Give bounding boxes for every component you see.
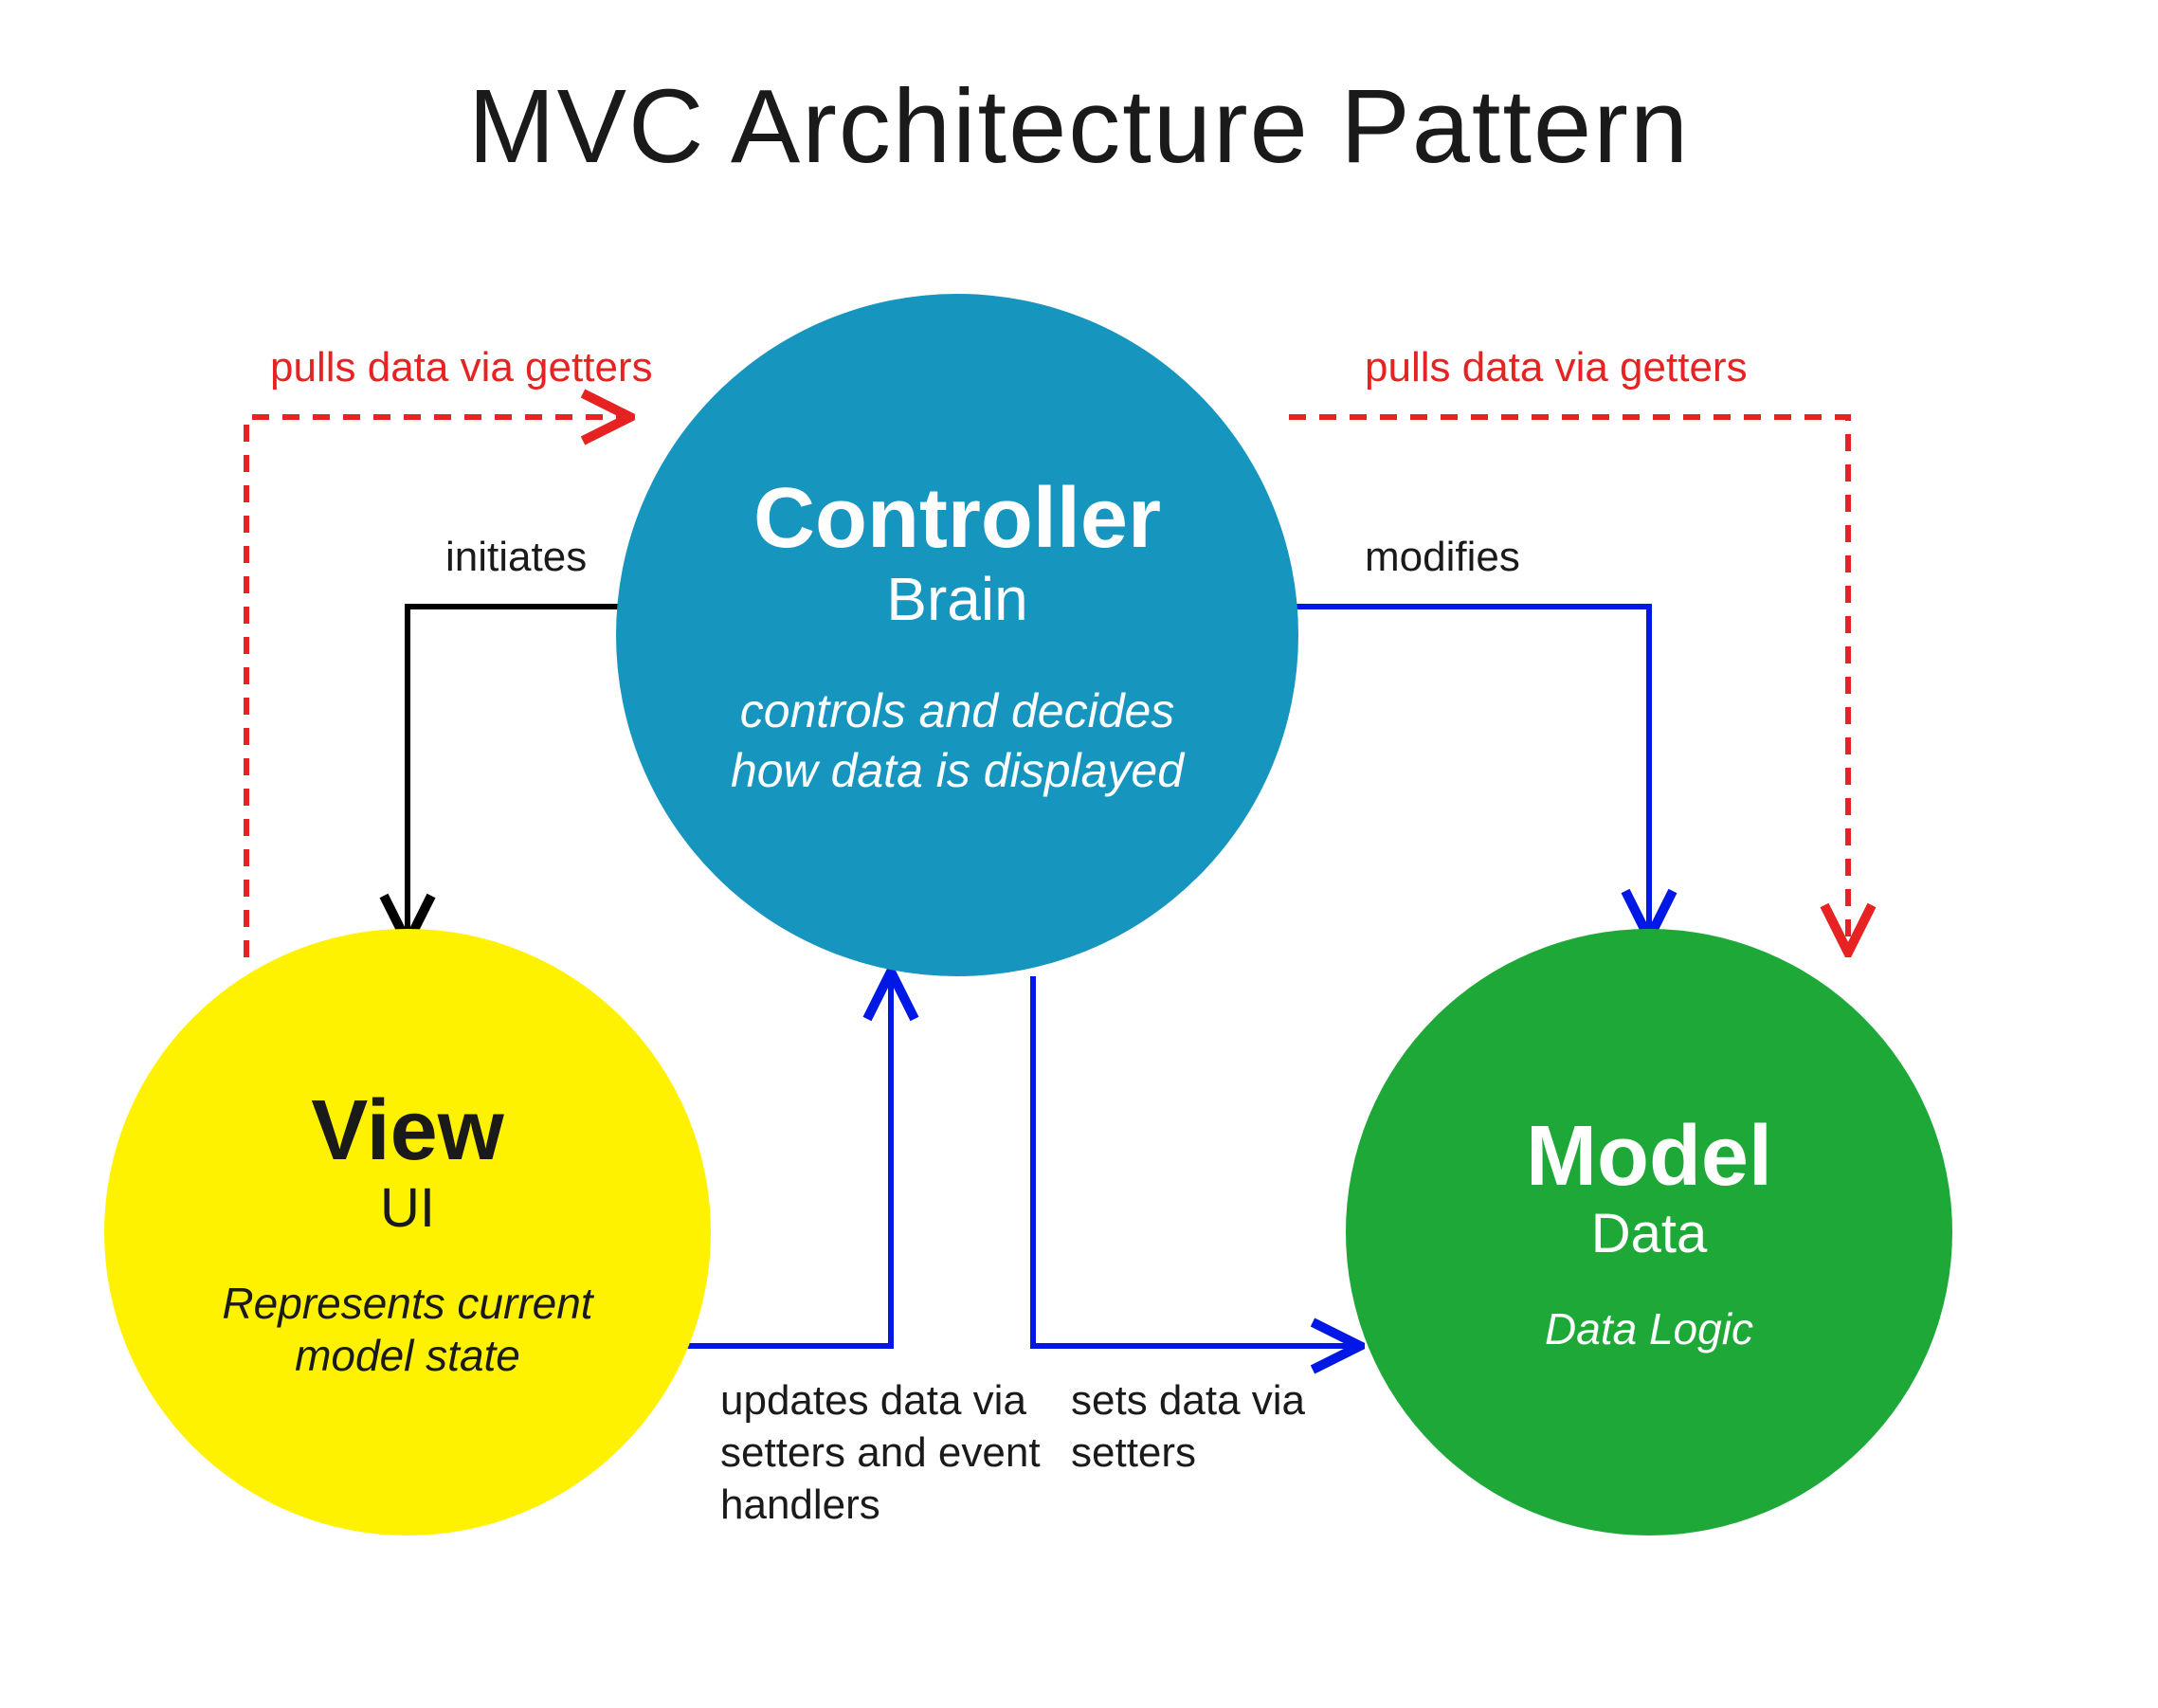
node-view: View UI Represents current model state (104, 929, 711, 1535)
edge-controller-model-getters (1289, 417, 1848, 948)
diagram-title: MVC Architecture Pattern (0, 66, 2158, 187)
label-view-controller-updates: updates data via setters and event handl… (720, 1374, 1043, 1531)
edge-controller-view-getters (246, 417, 626, 957)
mvc-architecture-diagram: MVC Architecture Pattern Controlle (0, 0, 2158, 1708)
label-controller-model-sets: sets data via setters (1071, 1374, 1317, 1479)
node-model: Model Data Data Logic (1346, 929, 1952, 1535)
view-desc: Represents current model state (161, 1278, 654, 1382)
node-controller: Controller Brain controls and decides ho… (616, 294, 1298, 976)
edge-view-controller-updates (682, 976, 891, 1346)
view-name: View (311, 1082, 503, 1180)
controller-desc: controls and decides how data is display… (692, 681, 1223, 800)
controller-name: Controller (753, 470, 1161, 568)
label-controller-view-initiates: initiates (445, 531, 587, 583)
label-controller-view-getters: pulls data via getters (270, 341, 653, 393)
controller-role: Brain (886, 564, 1027, 634)
edge-controller-model-sets (1033, 976, 1355, 1346)
edge-controller-model-modifies (1270, 607, 1649, 934)
model-desc: Data Logic (1545, 1303, 1753, 1355)
edge-controller-view-initiates (408, 607, 644, 938)
view-role: UI (380, 1176, 435, 1240)
model-role: Data (1591, 1202, 1708, 1265)
label-controller-model-modifies: modifies (1365, 531, 1520, 583)
model-name: Model (1526, 1108, 1772, 1206)
label-controller-model-getters: pulls data via getters (1365, 341, 1748, 393)
